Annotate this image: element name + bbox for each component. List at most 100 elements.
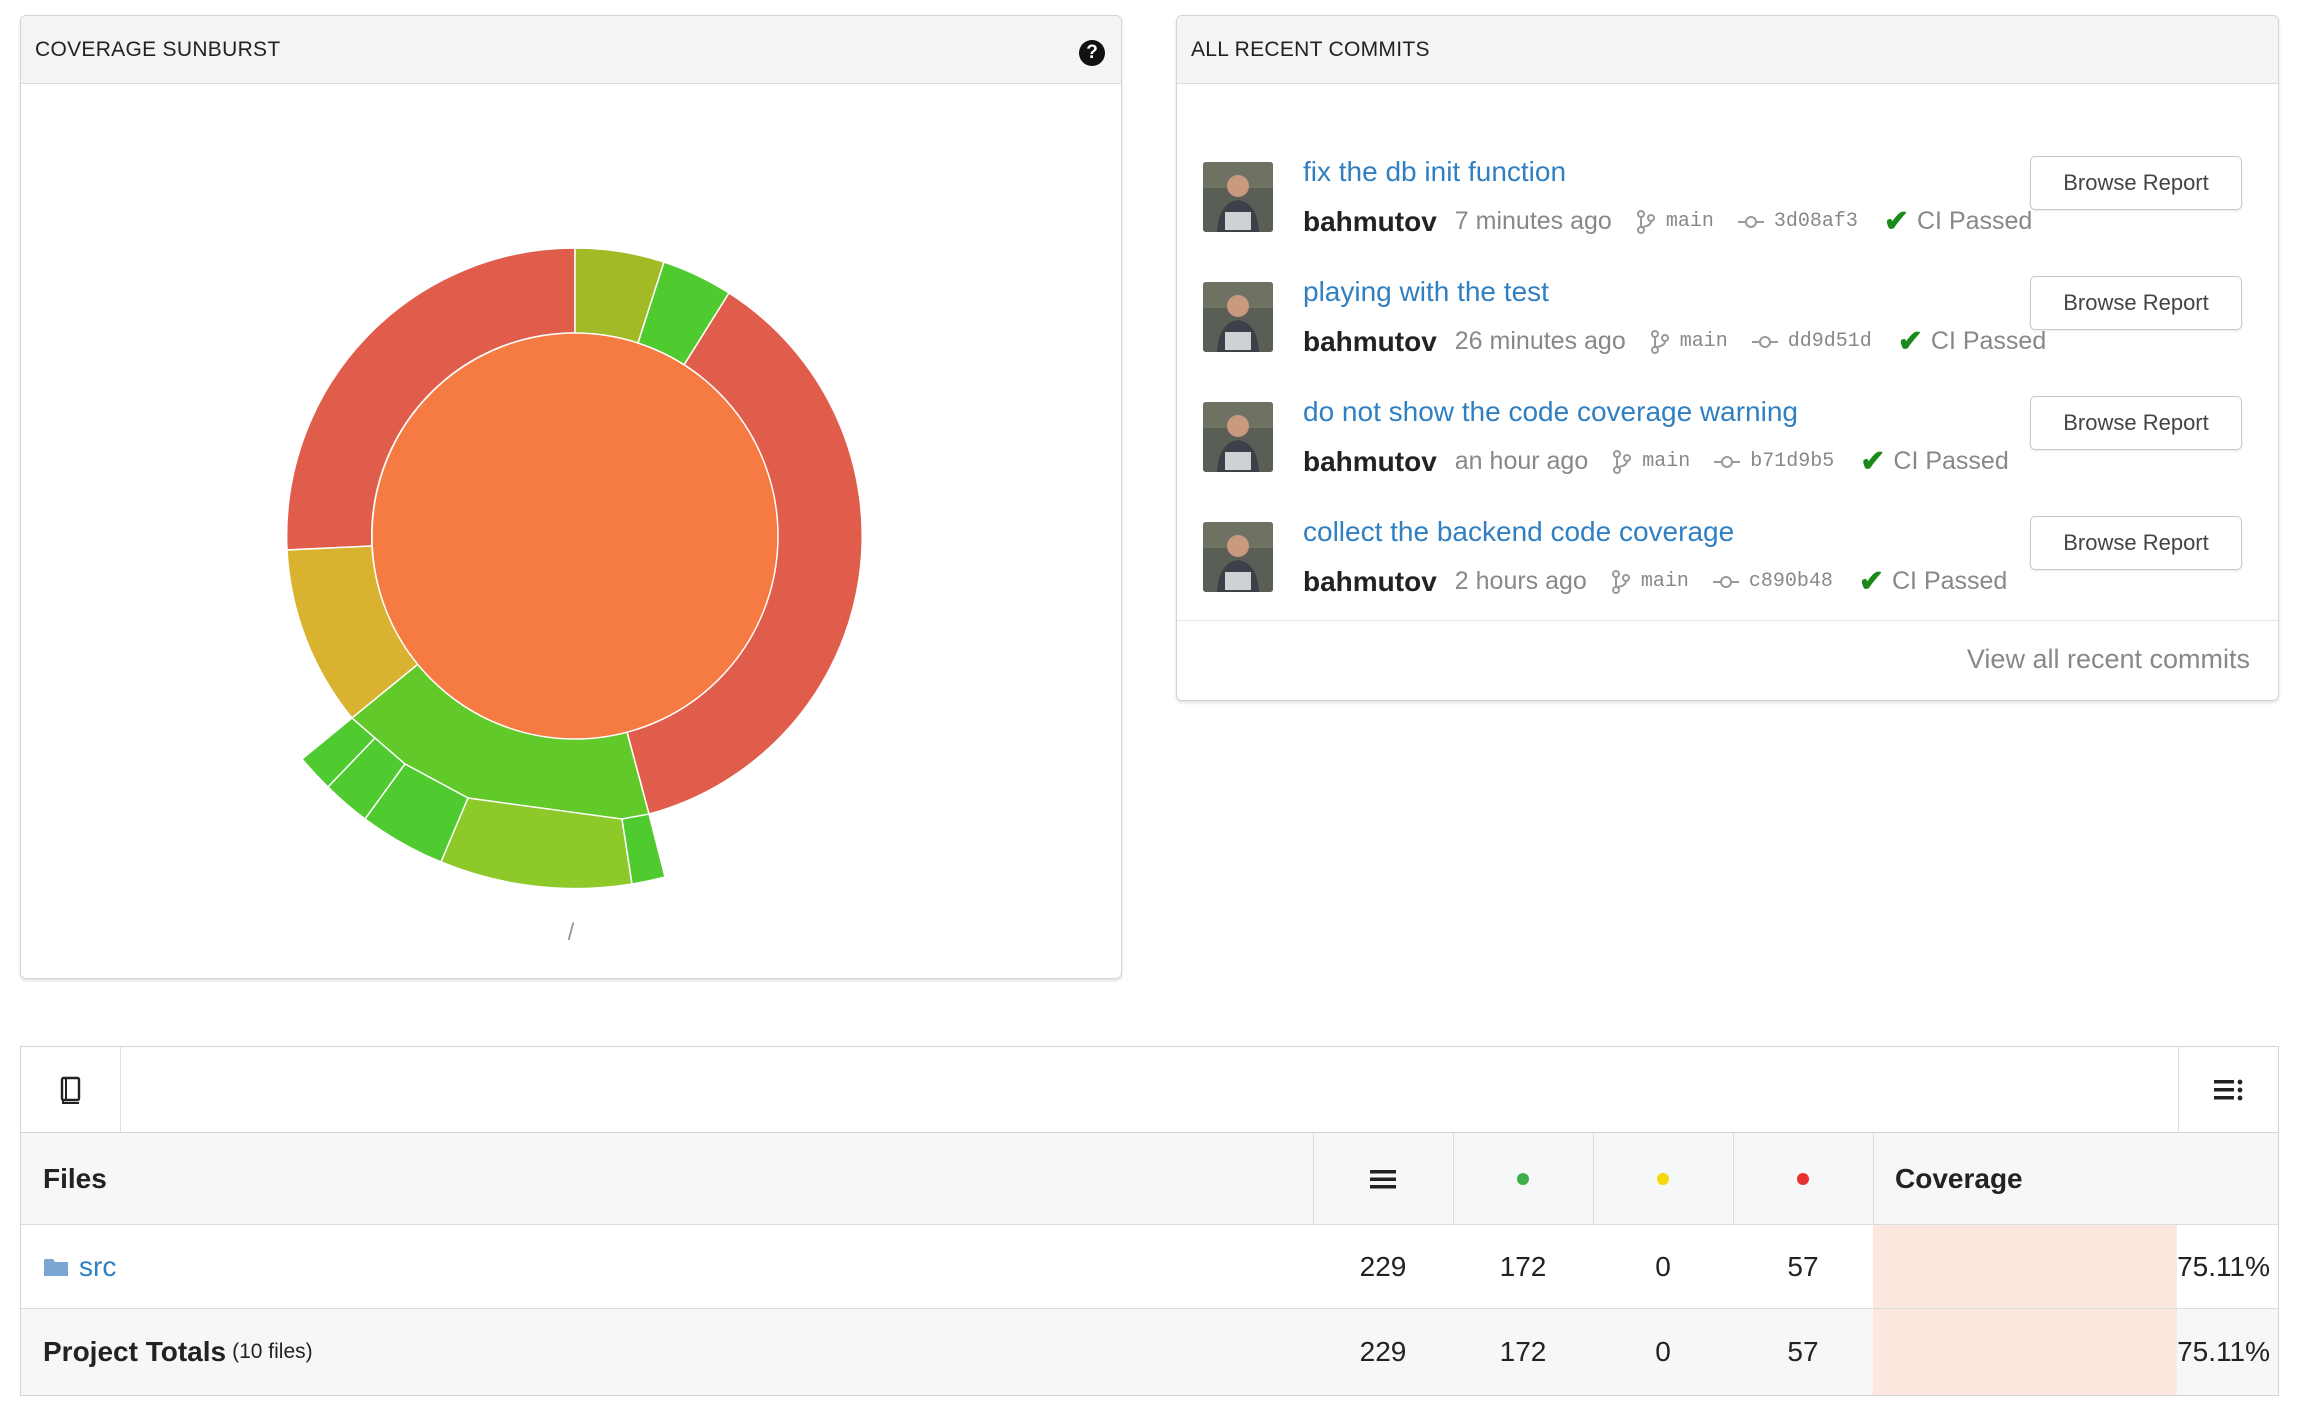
commit-time: an hour ago <box>1454 447 1589 475</box>
commit-sha[interactable]: 3d08af3 <box>1774 210 1858 233</box>
coverage-column-header[interactable]: Coverage <box>1873 1133 2278 1224</box>
view-all-commits-link[interactable]: View all recent commits <box>1967 644 2250 675</box>
table-header-row: Files Coverage <box>21 1133 2278 1225</box>
miss-dot-icon <box>1797 1172 1809 1185</box>
hit-dot-icon <box>1517 1172 1529 1185</box>
commit-author[interactable]: bahmutov <box>1303 566 1437 598</box>
commit-meta: bahmutov 2 hours ago main c890b48 ✔ CI Passed <box>1303 564 2007 599</box>
coverage-cell: 75.11% <box>1873 1225 2278 1308</box>
commit-branch[interactable]: main <box>1641 570 1689 593</box>
browse-report-button[interactable]: Browse Report <box>2030 156 2242 210</box>
user-avatar-icon <box>1203 522 1273 592</box>
table-row: src 229 172 0 57 75.11% <box>21 1225 2278 1309</box>
miss-column-header[interactable] <box>1733 1133 1873 1224</box>
ci-status: CI Passed <box>1917 207 2033 235</box>
totals-lines: 229 <box>1359 1336 1407 1367</box>
coverage-value: 75.11% <box>2177 1250 2270 1282</box>
totals-label: Project Totals <box>43 1336 227 1367</box>
commit-row: playing with the test bahmutov 26 minutes … <box>1177 258 2278 378</box>
ci-status: CI Passed <box>1892 567 2008 595</box>
commit-time: 26 minutes ago <box>1454 327 1626 355</box>
commit-branch[interactable]: main <box>1642 450 1690 473</box>
commits-panel-title: ALL RECENT COMMITS <box>1191 37 1430 61</box>
commit-time: 2 hours ago <box>1454 567 1587 595</box>
totals-files-note: (10 files) <box>232 1340 313 1363</box>
commit-message-link[interactable]: collect the backend code coverage <box>1303 516 1734 548</box>
branch-icon <box>1612 449 1632 474</box>
totals-miss: 57 <box>1787 1336 1819 1367</box>
coverage-sunburst-panel: COVERAGE SUNBURST ? / <box>20 15 1122 979</box>
files-column-header[interactable]: Files <box>43 1133 107 1224</box>
commit-icon <box>1737 215 1764 229</box>
toolbar-right-button[interactable] <box>2178 1047 2278 1133</box>
totals-hit: 172 <box>1499 1336 1547 1367</box>
hit-column-header[interactable] <box>1453 1133 1593 1224</box>
totals-label-cell: Project Totals (10 files) <box>43 1309 313 1395</box>
commit-row: fix the db init function bahmutov 7 minute… <box>1177 138 2278 258</box>
recent-commits-panel: ALL RECENT COMMITS fix the db init funct… <box>1176 15 2279 701</box>
list-settings-icon <box>2213 1079 2242 1101</box>
browse-report-button[interactable]: Browse Report <box>2030 276 2242 330</box>
commit-icon <box>1714 455 1741 469</box>
table-toolbar <box>21 1047 2278 1133</box>
lines-column-header[interactable] <box>1313 1133 1453 1224</box>
user-avatar-icon <box>1203 282 1273 352</box>
commit-message-link[interactable]: fix the db init function <box>1303 156 1566 188</box>
check-icon: ✔ <box>1860 445 1886 478</box>
avatar[interactable] <box>1203 522 1273 592</box>
commit-row: do not show the code coverage warning bah… <box>1177 378 2278 498</box>
totals-partial: 0 <box>1655 1336 1671 1367</box>
commit-sha[interactable]: dd9d51d <box>1788 330 1872 353</box>
ci-status: CI Passed <box>1893 447 2009 475</box>
commit-sha[interactable]: c890b48 <box>1749 570 1833 593</box>
check-icon: ✔ <box>1883 205 1909 238</box>
check-icon: ✔ <box>1897 325 1923 358</box>
user-avatar-icon <box>1203 402 1273 472</box>
coverage-bar <box>1873 1225 2178 1308</box>
book-icon <box>60 1076 80 1104</box>
toolbar-left-button[interactable] <box>21 1047 121 1133</box>
sunburst-center[interactable] <box>371 332 779 740</box>
file-cell[interactable]: src <box>43 1225 116 1308</box>
avatar[interactable] <box>1203 402 1273 472</box>
coverage-bar <box>1873 1309 2178 1395</box>
partial-column-header[interactable] <box>1593 1133 1733 1224</box>
branch-icon <box>1636 209 1656 234</box>
commit-row: collect the backend code coverage bahmuto… <box>1177 498 2278 618</box>
ci-status: CI Passed <box>1930 327 2047 355</box>
avatar[interactable] <box>1203 162 1273 232</box>
commit-icon <box>1751 335 1778 349</box>
commit-branch[interactable]: main <box>1666 210 1714 233</box>
sunburst-path-label: / <box>567 919 575 946</box>
commit-meta: bahmutov 26 minutes ago main dd9d51d ✔ CI Pas… <box>1303 324 2046 359</box>
files-coverage-table: Files Coverage src 229 172 0 57 75.11% P… <box>20 1046 2279 1396</box>
partial-dot-icon <box>1657 1172 1669 1185</box>
commit-meta: bahmutov 7 minutes ago main 3d08af3 ✔ CI Pass… <box>1303 204 2032 239</box>
lines-value: 229 <box>1359 1250 1407 1282</box>
hit-value: 172 <box>1499 1250 1547 1282</box>
lines-icon <box>1370 1169 1396 1188</box>
sunburst-chart <box>285 247 863 890</box>
avatar[interactable] <box>1203 282 1273 352</box>
folder-icon <box>44 1258 68 1276</box>
commit-author[interactable]: bahmutov <box>1303 326 1437 358</box>
commit-time: 7 minutes ago <box>1454 207 1612 235</box>
browse-report-button[interactable]: Browse Report <box>2030 396 2242 450</box>
branch-icon <box>1611 569 1631 594</box>
commit-message-link[interactable]: playing with the test <box>1303 276 1549 308</box>
commit-author[interactable]: bahmutov <box>1303 206 1437 238</box>
commit-branch[interactable]: main <box>1680 330 1728 353</box>
commit-meta: bahmutov an hour ago main b71d9b5 ✔ CI Passed <box>1303 444 2009 479</box>
check-icon: ✔ <box>1858 565 1884 598</box>
miss-value: 57 <box>1787 1250 1819 1282</box>
commits-panel-header: ALL RECENT COMMITS <box>1177 16 2278 84</box>
user-avatar-icon <box>1203 162 1273 232</box>
divider <box>1177 620 2278 621</box>
totals-coverage-cell: 75.11% <box>1873 1309 2278 1395</box>
commit-sha[interactable]: b71d9b5 <box>1750 450 1834 473</box>
folder-link-src[interactable]: src <box>79 1251 116 1283</box>
commit-author[interactable]: bahmutov <box>1303 446 1437 478</box>
commit-message-link[interactable]: do not show the code coverage warning <box>1303 396 1798 428</box>
browse-report-button[interactable]: Browse Report <box>2030 516 2242 570</box>
partial-value: 0 <box>1655 1250 1671 1282</box>
